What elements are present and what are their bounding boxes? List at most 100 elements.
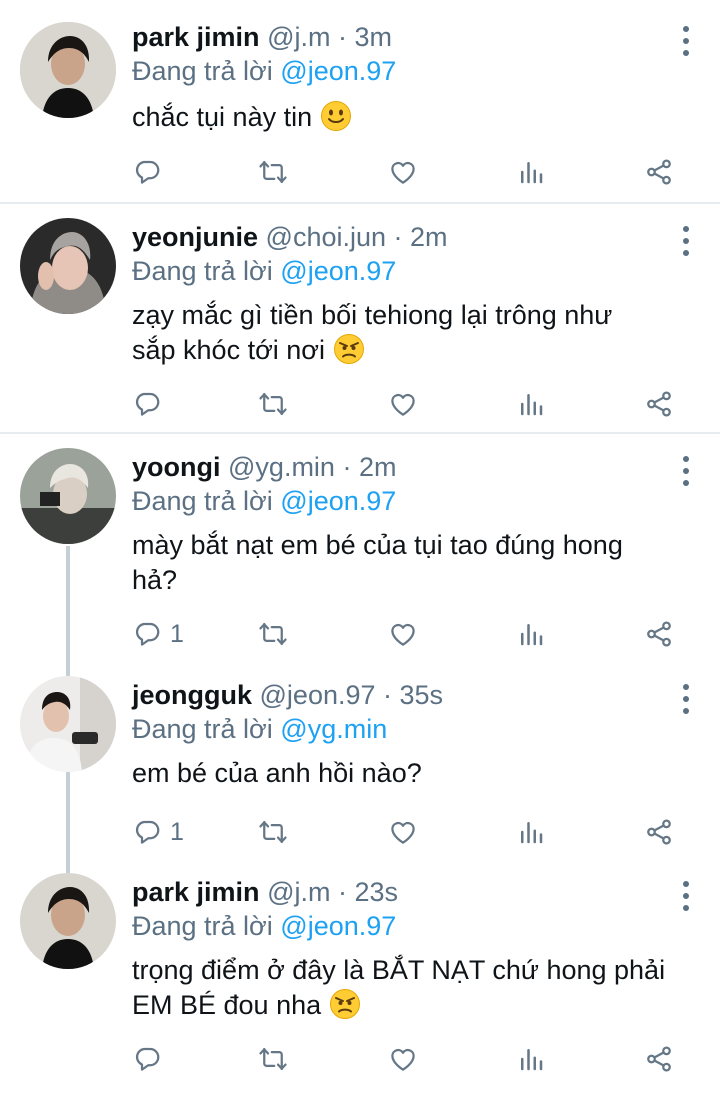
reply-button[interactable]: 1 xyxy=(132,616,184,652)
handle-time: @jeon.97 · 35s xyxy=(259,680,444,710)
reply-icon xyxy=(132,389,162,419)
share-icon xyxy=(644,817,674,847)
thread-line xyxy=(66,863,70,873)
retweet-icon xyxy=(258,1044,288,1074)
reply-button[interactable] xyxy=(132,386,170,422)
tweet-text: mày bắt nạt em bé của tụi tao đúng hong … xyxy=(132,530,623,595)
thread-line xyxy=(66,546,70,666)
author-name[interactable]: yeonjunie xyxy=(132,222,258,252)
like-icon xyxy=(388,157,418,187)
analytics-button[interactable] xyxy=(516,814,546,850)
mention-link[interactable]: @jeon.97 xyxy=(280,486,396,516)
handle-time: @yg.min · 2m xyxy=(228,452,397,482)
analytics-button[interactable] xyxy=(516,1041,546,1077)
analytics-button[interactable] xyxy=(516,616,546,652)
retweet-button[interactable] xyxy=(258,1041,288,1077)
tweet-text: em bé của anh hồi nào? xyxy=(132,758,422,788)
avatar[interactable] xyxy=(20,676,116,772)
share-icon xyxy=(644,157,674,187)
like-icon xyxy=(388,817,418,847)
retweet-button[interactable] xyxy=(258,154,288,190)
handle-time: @j.m · 23s xyxy=(267,877,398,907)
retweet-icon xyxy=(258,157,288,187)
tweet[interactable]: yoongi @yg.min · 2m Đang trả lời @jeon.9… xyxy=(0,434,720,666)
avatar[interactable] xyxy=(20,22,116,118)
angry-face-icon xyxy=(333,333,365,365)
like-icon xyxy=(388,1044,418,1074)
retweet-icon xyxy=(258,389,288,419)
share-button[interactable] xyxy=(644,814,674,850)
handle-time: @choi.jun · 2m xyxy=(265,222,448,252)
reply-count: 1 xyxy=(170,817,184,846)
author-name[interactable]: park jimin xyxy=(132,22,260,52)
tweet-actions xyxy=(132,154,692,190)
author-name[interactable]: jeongguk xyxy=(132,680,252,710)
mention-link[interactable]: @yg.min xyxy=(280,714,387,744)
avatar[interactable] xyxy=(20,873,116,969)
retweet-button[interactable] xyxy=(258,616,288,652)
replying-to-label: Đang trả lời xyxy=(132,56,273,86)
analytics-icon xyxy=(516,389,546,419)
retweet-button[interactable] xyxy=(258,386,288,422)
mention-link[interactable]: @jeon.97 xyxy=(280,56,396,86)
analytics-icon xyxy=(516,817,546,847)
tweet-actions xyxy=(132,1041,692,1077)
share-button[interactable] xyxy=(644,154,674,190)
tweet[interactable]: park jimin @j.m · 3m Đang trả lời @jeon.… xyxy=(0,0,720,204)
avatar[interactable] xyxy=(20,448,116,544)
share-button[interactable] xyxy=(644,1041,674,1077)
like-button[interactable] xyxy=(388,386,418,422)
share-icon xyxy=(644,619,674,649)
author-name[interactable]: yoongi xyxy=(132,452,221,482)
more-options-icon[interactable] xyxy=(680,26,692,56)
mention-link[interactable]: @jeon.97 xyxy=(280,911,396,941)
reply-button[interactable] xyxy=(132,154,170,190)
tweet-text: trọng điểm ở đây là BẮT NẠT chứ hong phả… xyxy=(132,955,666,1020)
replying-to-label: Đang trả lời xyxy=(132,714,273,744)
analytics-button[interactable] xyxy=(516,386,546,422)
tweet-actions: 1 xyxy=(132,616,692,652)
more-options-icon[interactable] xyxy=(680,456,692,486)
replying-to-label: Đang trả lời xyxy=(132,256,273,286)
analytics-icon xyxy=(516,619,546,649)
retweet-icon xyxy=(258,619,288,649)
more-options-icon[interactable] xyxy=(680,684,692,714)
angry-face-icon xyxy=(329,988,361,1020)
author-name[interactable]: park jimin xyxy=(132,877,260,907)
tweet[interactable]: yeonjunie @choi.jun · 2m Đang trả lời @j… xyxy=(0,204,720,434)
retweet-icon xyxy=(258,817,288,847)
like-icon xyxy=(388,389,418,419)
like-button[interactable] xyxy=(388,814,418,850)
reply-icon xyxy=(132,157,162,187)
handle-time: @j.m · 3m xyxy=(267,22,392,52)
retweet-button[interactable] xyxy=(258,814,288,850)
share-icon xyxy=(644,1044,674,1074)
tweet-actions xyxy=(132,386,692,422)
tweet-actions: 1 xyxy=(132,814,692,850)
mention-link[interactable]: @jeon.97 xyxy=(280,256,396,286)
like-icon xyxy=(388,619,418,649)
reply-count: 1 xyxy=(170,619,184,648)
reply-icon xyxy=(132,817,162,847)
reply-button[interactable] xyxy=(132,1041,170,1077)
like-button[interactable] xyxy=(388,1041,418,1077)
tweet-text: chắc tụi này tin xyxy=(132,102,313,132)
share-icon xyxy=(644,389,674,419)
share-button[interactable] xyxy=(644,386,674,422)
like-button[interactable] xyxy=(388,616,418,652)
more-options-icon[interactable] xyxy=(680,881,692,911)
reply-icon xyxy=(132,619,162,649)
analytics-button[interactable] xyxy=(516,154,546,190)
more-options-icon[interactable] xyxy=(680,226,692,256)
like-button[interactable] xyxy=(388,154,418,190)
tweet[interactable]: jeongguk @jeon.97 · 35s Đang trả lời @yg… xyxy=(0,666,720,863)
tweet[interactable]: park jimin @j.m · 23s Đang trả lời @jeon… xyxy=(0,863,720,1091)
analytics-icon xyxy=(516,157,546,187)
slightly-smiling-face-icon xyxy=(320,100,352,132)
replying-to-label: Đang trả lời xyxy=(132,911,273,941)
share-button[interactable] xyxy=(644,616,674,652)
reply-button[interactable]: 1 xyxy=(132,814,184,850)
tweet-text: zạy mắc gì tiền bối tehiong lại trông nh… xyxy=(132,300,613,365)
avatar[interactable] xyxy=(20,218,116,314)
replying-to-label: Đang trả lời xyxy=(132,486,273,516)
